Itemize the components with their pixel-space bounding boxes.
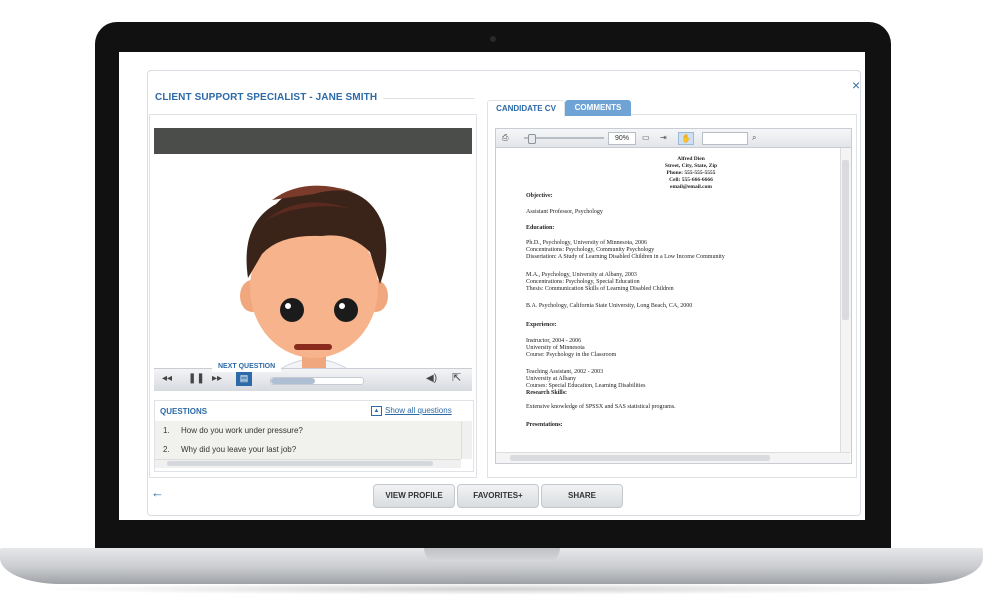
questions-scrollbar-vertical[interactable]: [461, 421, 472, 459]
screen: × CLIENT SUPPORT SPECIALIST - JANE SMITH: [119, 52, 865, 520]
cv-line: Extensive knowledge of SPSSX and SAS sta…: [526, 404, 676, 410]
scrollbar-thumb[interactable]: [510, 455, 770, 461]
zoom-slider-handle[interactable]: [528, 134, 536, 144]
video-controls: NEXT QUESTION ◂◂ ❚❚ ▸▸ ▤ ◀) ⇱: [154, 361, 472, 391]
video-progress-bar[interactable]: [270, 377, 364, 385]
close-icon[interactable]: ×: [852, 78, 860, 92]
document-viewer: ⎙ 90% ▭ ⇥ ✋ ⌕ Alfred Dien Street, City, …: [495, 128, 852, 464]
video-progress-fill: [271, 378, 316, 384]
cv-document: Alfred Dien Street, City, State, Zip Pho…: [496, 148, 840, 452]
question-list-icon[interactable]: ▤: [236, 372, 252, 386]
cv-objective: Assistant Professor, Psychology: [526, 209, 603, 215]
tab-candidate-cv[interactable]: CANDIDATE CV: [487, 100, 565, 117]
expand-icon: ▲: [371, 406, 382, 416]
view-profile-button[interactable]: VIEW PROFILE: [373, 484, 455, 508]
search-icon[interactable]: ⌕: [752, 132, 756, 143]
pan-hand-icon[interactable]: ✋: [678, 132, 694, 145]
show-all-questions-link[interactable]: ▲ Show all questions: [371, 406, 452, 416]
select-text-icon[interactable]: ⇥: [660, 132, 667, 143]
cv-phone: Phone: 555-555-5555: [666, 170, 716, 176]
zoom-slider[interactable]: [524, 137, 604, 139]
popout-icon[interactable]: ⇱: [452, 372, 461, 384]
question-number: 1.: [163, 426, 170, 435]
scrollbar-thumb[interactable]: [167, 461, 433, 466]
pause-icon[interactable]: ❚❚: [188, 373, 205, 385]
fit-page-icon[interactable]: ▭: [642, 132, 650, 143]
cv-line: Ph.D., Psychology, University of Minneso…: [526, 240, 647, 246]
video-player[interactable]: [154, 128, 472, 390]
list-item[interactable]: 1. How do you work under pressure?: [163, 426, 303, 435]
next-question-tooltip: NEXT QUESTION: [212, 361, 282, 372]
cv-line: University of Minnesota: [526, 345, 585, 351]
cv-line: Instructor, 2004 - 2006: [526, 338, 582, 344]
cv-email: email@email.com: [670, 184, 712, 190]
zoom-level[interactable]: 90%: [608, 132, 636, 145]
show-all-questions-label: Show all questions: [385, 406, 452, 415]
scrollbar-thumb[interactable]: [842, 160, 849, 320]
cv-line: M.A., Psychology, University at Albany, …: [526, 272, 637, 278]
document-scrollbar-vertical[interactable]: [840, 148, 851, 452]
laptop-shadow: [30, 583, 953, 595]
cv-education-heading: Education:: [526, 225, 555, 231]
cv-experience-heading: Experience:: [526, 322, 557, 328]
questions-scrollbar-horizontal[interactable]: [155, 459, 461, 468]
list-item[interactable]: 2. Why did you leave your last job?: [163, 445, 296, 454]
camera-dot: [490, 36, 496, 42]
share-button[interactable]: SHARE: [541, 484, 623, 508]
cv-line: Thesis: Communication Skills of Learning…: [526, 286, 674, 292]
question-text: Why did you leave your last job?: [181, 445, 297, 454]
avatar: [240, 185, 388, 390]
back-arrow-icon[interactable]: ←: [151, 486, 164, 500]
laptop-notch: [424, 548, 560, 562]
cv-research-heading: Research Skills:: [526, 390, 568, 396]
volume-icon[interactable]: ◀): [426, 373, 437, 385]
cv-name: Alfred Dien: [677, 156, 705, 162]
rewind-icon[interactable]: ◂◂: [162, 373, 172, 385]
question-number: 2.: [163, 445, 170, 454]
cv-line: Dissertation: A Study of Learning Disabl…: [526, 254, 725, 260]
search-input[interactable]: [702, 132, 748, 145]
print-icon[interactable]: ⎙: [502, 132, 508, 143]
favorites-button[interactable]: FAVORITES+: [457, 484, 539, 508]
cv-line: B.A. Psychology, California State Univer…: [526, 303, 693, 309]
cv-line: Concentrations: Psychology, Community Ps…: [526, 247, 655, 253]
cv-line: Concentrations: Psychology, Special Educ…: [526, 279, 640, 285]
cv-line: University at Albany: [526, 376, 576, 382]
questions-list: 1. How do you work under pressure? 2. Why …: [155, 421, 461, 459]
cv-cell: Cell: 555-666-6666: [669, 177, 713, 183]
question-text: How do you work under pressure?: [181, 426, 303, 435]
cv-line: Courses: Special Education, Learning Dis…: [526, 383, 646, 389]
viewer-toolbar: ⎙ 90% ▭ ⇥ ✋ ⌕: [496, 129, 851, 148]
document-scrollbar-horizontal[interactable]: [496, 452, 850, 463]
cv-line: Course: Psychology in the Classroom: [526, 352, 617, 358]
questions-panel: QUESTIONS ▲ Show all questions 1. How do …: [154, 400, 474, 472]
cv-objective-heading: Objective:: [526, 193, 553, 199]
page-title: CLIENT SUPPORT SPECIALIST - JANE SMITH: [155, 92, 378, 103]
cv-presentations-heading: Presentations:: [526, 422, 563, 428]
tab-comments[interactable]: COMMENTS: [565, 100, 631, 116]
title-divider: [383, 98, 475, 99]
cv-address: Street, City, State, Zip: [664, 163, 718, 169]
cv-line: Teaching Assistant, 2002 - 2003: [526, 369, 604, 375]
next-question-icon[interactable]: ▸▸: [212, 373, 222, 385]
questions-title: QUESTIONS: [160, 407, 208, 416]
